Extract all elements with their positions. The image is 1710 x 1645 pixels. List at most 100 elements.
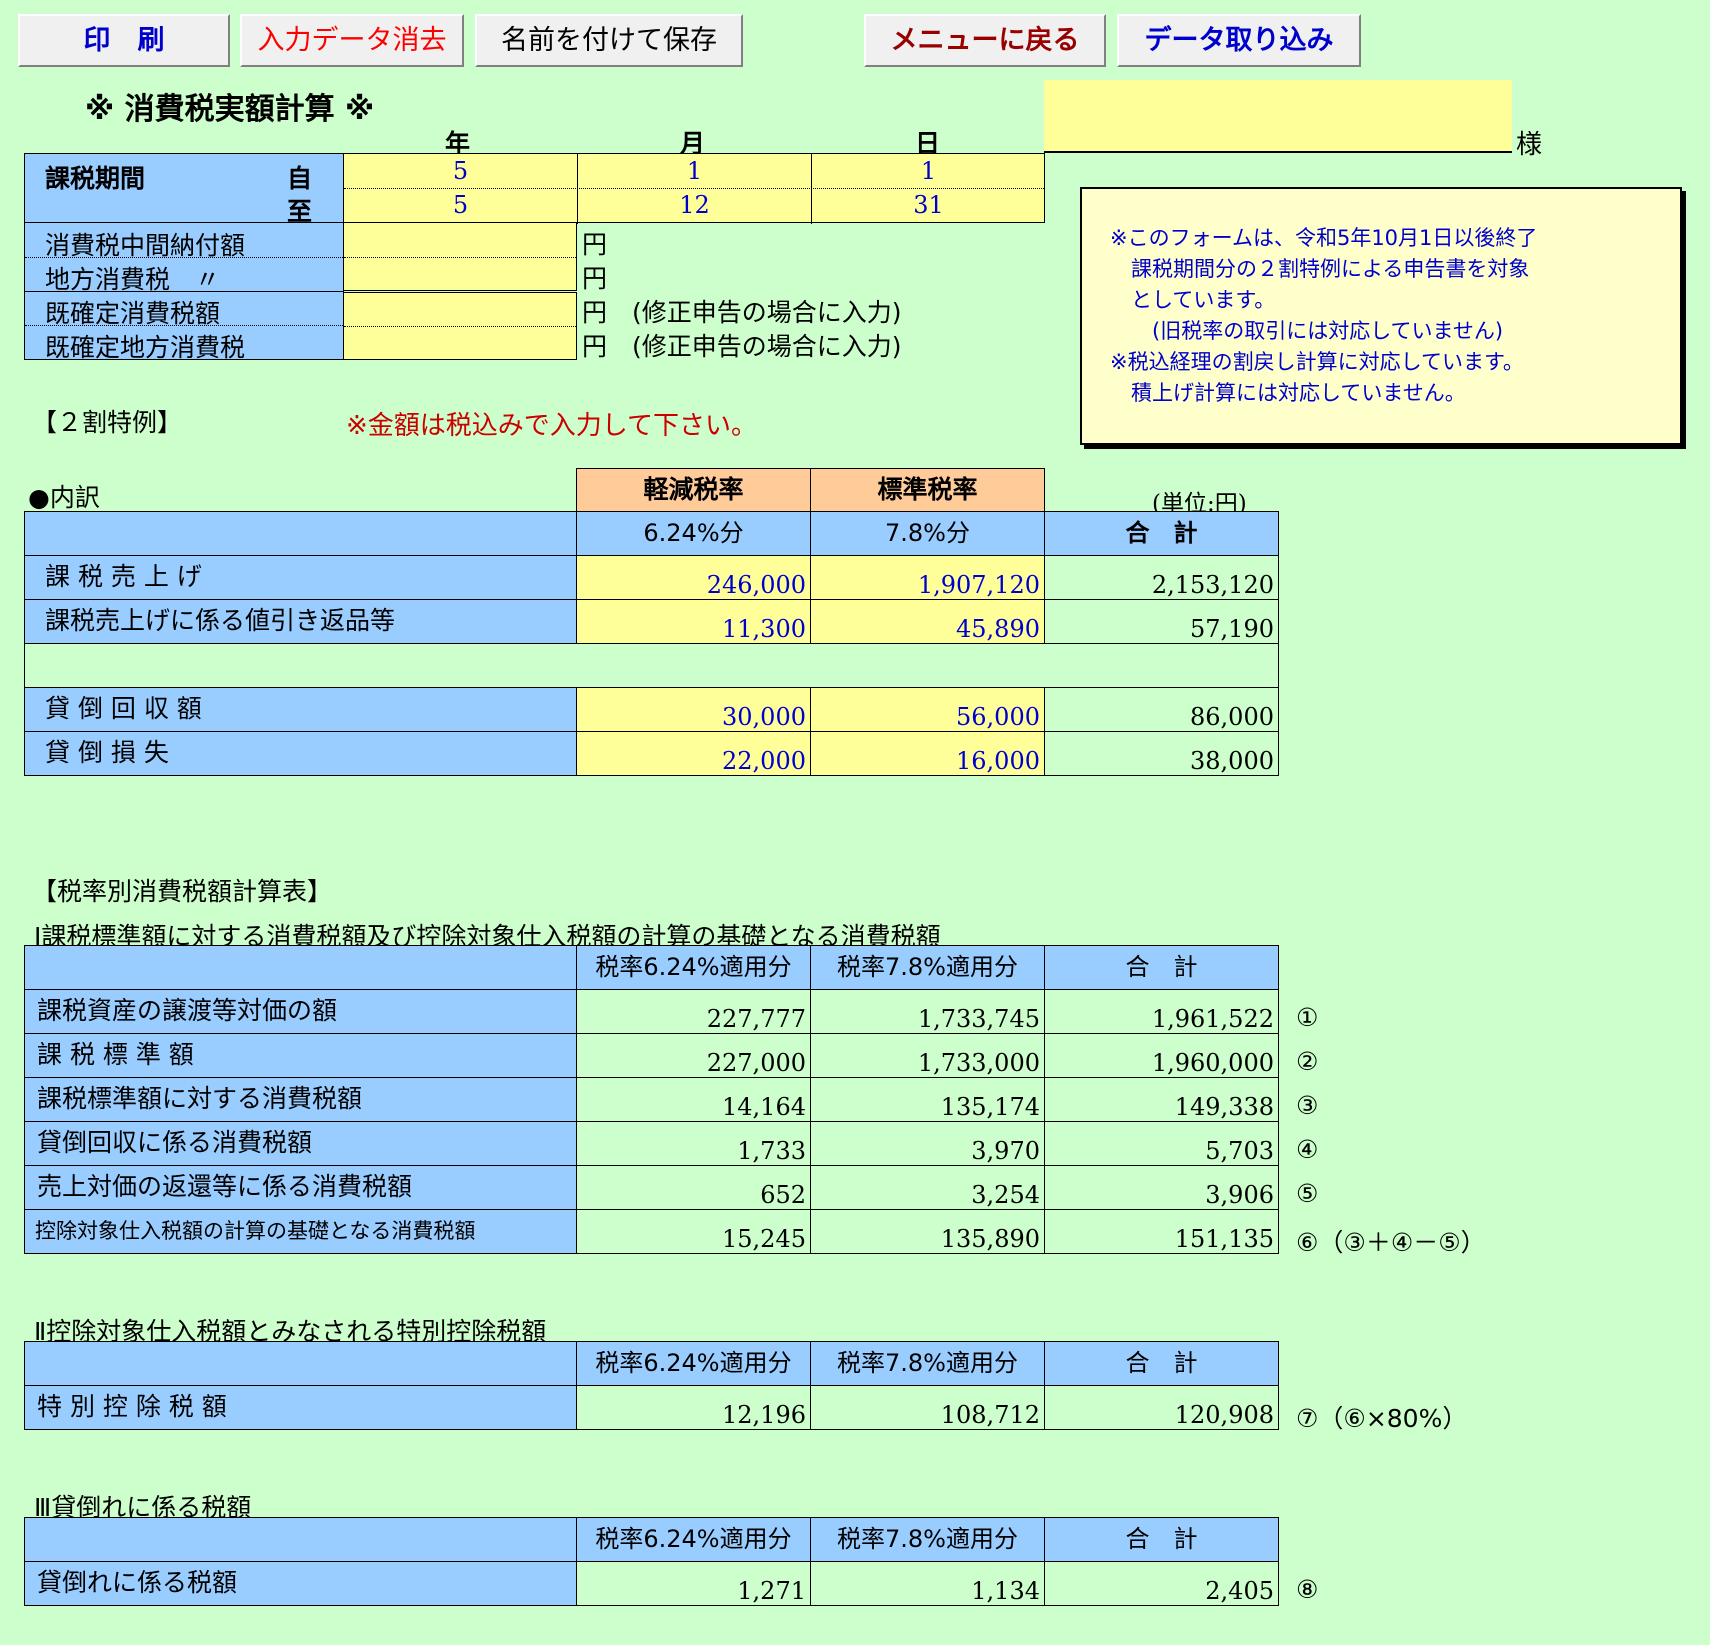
tokurei-section-title: 【２割特例】 xyxy=(32,408,183,437)
to-year-input[interactable]: 5 xyxy=(344,191,577,219)
breakdown-row-label: 課税売上げに係る値引き返品等 xyxy=(24,599,577,644)
interim-labels: 消費税中間納付額 地方消費税 〃 既確定消費税額 既確定地方消費税 xyxy=(24,222,344,362)
breakdown-total: 57,190 xyxy=(1044,599,1279,644)
notice-line-6: 積上げ計算には対応していません。 xyxy=(1110,381,1466,405)
breakdown-title: ●内訳 xyxy=(28,483,100,512)
sec1-value-total: 1,961,522 xyxy=(1044,989,1279,1034)
breakdown-header-78: 7.8%分 xyxy=(810,511,1045,556)
sec1-row-mark: ⑤ xyxy=(1296,1179,1319,1208)
from-month-input[interactable]: 1 xyxy=(578,157,811,185)
back-to-menu-button[interactable]: メニューに戻る xyxy=(864,14,1106,67)
sec1-value-78: 1,733,745 xyxy=(810,989,1045,1034)
sec1-value-total: 5,703 xyxy=(1044,1121,1279,1166)
sec1-value-624: 227,777 xyxy=(576,989,811,1034)
sec2-header-total: 合 計 xyxy=(1044,1341,1279,1386)
standard-rate-header: 標準税率 xyxy=(810,468,1045,512)
tax-period-text: 課税期間 xyxy=(45,164,146,193)
save-as-button[interactable]: 名前を付けて保存 xyxy=(475,14,743,67)
sec2-value-78: 108,712 xyxy=(810,1385,1045,1430)
sec2-header-78: 税率7.8%適用分 xyxy=(810,1341,1045,1386)
to-day-input[interactable]: 31 xyxy=(812,191,1045,219)
breakdown-input-624[interactable]: 246,000 xyxy=(576,555,811,600)
sec1-row-mark: ⑥（③＋④－⑤） xyxy=(1296,1228,1486,1257)
notice-line-3: としています。 xyxy=(1110,288,1276,312)
name-suffix: 様 xyxy=(1516,130,1543,160)
sec1-header-total: 合 計 xyxy=(1044,945,1279,990)
sec1-row-label: 課税標準額に対する消費税額 xyxy=(24,1077,577,1122)
sec1-value-78: 3,970 xyxy=(810,1121,1045,1166)
confirmed-local-tax-label: 既確定地方消費税 xyxy=(45,333,246,362)
breakdown-input-624[interactable]: 22,000 xyxy=(576,731,811,776)
yen-unit-1: 円 xyxy=(582,230,608,259)
confirmed-tax-label: 既確定消費税額 xyxy=(45,299,221,328)
import-data-button[interactable]: データ取り込み xyxy=(1117,14,1361,67)
breakdown-total: 38,000 xyxy=(1044,731,1279,776)
yen-unit-2: 円 xyxy=(582,264,608,293)
sec3-header-total: 合 計 xyxy=(1044,1517,1279,1562)
sec2-header-624: 税率6.24%適用分 xyxy=(576,1341,811,1386)
sec1-row-label: 課税資産の譲渡等対価の額 xyxy=(24,989,577,1034)
sec1-header-blank xyxy=(24,945,577,990)
sec1-value-total: 149,338 xyxy=(1044,1077,1279,1122)
sec3-value-total: 2,405 xyxy=(1044,1561,1279,1606)
sec1-row-label: 貸倒回収に係る消費税額 xyxy=(24,1121,577,1166)
notice-line-1: ※このフォームは、令和5年10月1日以後終了 xyxy=(1110,226,1538,250)
sec1-value-78: 3,254 xyxy=(810,1165,1045,1210)
tax-included-note: ※金額は税込みで入力して下さい。 xyxy=(346,411,758,441)
breakdown-total: 2,153,120 xyxy=(1044,555,1279,600)
from-year-input[interactable]: 5 xyxy=(344,157,577,185)
breakdown-input-624[interactable]: 11,300 xyxy=(576,599,811,644)
notice-line-4: (旧税率の取引には対応していません) xyxy=(1110,319,1504,343)
sec1-row-mark: ① xyxy=(1296,1003,1319,1032)
amend-note-2: 円 (修正申告の場合に入力) xyxy=(582,332,902,361)
sec1-row-mark: ③ xyxy=(1296,1091,1319,1120)
sec1-row-label: 課 税 標 準 額 xyxy=(24,1033,577,1078)
breakdown-header-blank xyxy=(24,511,577,556)
from-day-input[interactable]: 1 xyxy=(812,157,1045,185)
breakdown-row-label: 貸 倒 回 収 額 xyxy=(24,687,577,732)
breakdown-input-78[interactable]: 45,890 xyxy=(810,599,1045,644)
sec1-row-label: 売上対価の返還等に係る消費税額 xyxy=(24,1165,577,1210)
clear-input-button[interactable]: 入力データ消去 xyxy=(240,14,464,67)
sec2-header-blank xyxy=(24,1341,577,1386)
sec1-value-total: 3,906 xyxy=(1044,1165,1279,1210)
sec1-value-total: 1,960,000 xyxy=(1044,1033,1279,1078)
sec2-row-mark: ⑦（⑥×80%） xyxy=(1296,1404,1468,1433)
confirmed-tax-input[interactable] xyxy=(343,292,577,360)
customer-name-field[interactable] xyxy=(1044,80,1512,153)
sec1-header-624: 税率6.24%適用分 xyxy=(576,945,811,990)
sec1-value-624: 14,164 xyxy=(576,1077,811,1122)
breakdown-row-label: 課 税 売 上 げ xyxy=(24,555,577,600)
breakdown-header-624: 6.24%分 xyxy=(576,511,811,556)
notice-box: ※このフォームは、令和5年10月1日以後終了 課税期間分の２割特例による申告書を… xyxy=(1080,187,1682,445)
print-button[interactable]: 印 刷 xyxy=(18,14,230,67)
sec3-value-624: 1,271 xyxy=(576,1561,811,1606)
breakdown-header-total: 合 計 xyxy=(1044,511,1279,556)
to-month-input[interactable]: 12 xyxy=(578,191,811,219)
sec1-row-mark: ④ xyxy=(1296,1135,1319,1164)
local-tax-label: 地方消費税 〃 xyxy=(45,265,221,294)
notice-line-5: ※税込経理の割戻し計算に対応しています。 xyxy=(1110,350,1524,374)
sec1-row-label: 控除対象仕入税額の計算の基礎となる消費税額 xyxy=(24,1209,577,1254)
sec1-value-78: 1,733,000 xyxy=(810,1033,1045,1078)
interim-payment-input[interactable] xyxy=(343,222,577,291)
sec1-header-78: 税率7.8%適用分 xyxy=(810,945,1045,990)
breakdown-input-78[interactable]: 1,907,120 xyxy=(810,555,1045,600)
breakdown-input-78[interactable]: 56,000 xyxy=(810,687,1045,732)
tax-period-label: 課税期間 自 至 xyxy=(24,153,344,226)
sec1-value-78: 135,174 xyxy=(810,1077,1045,1122)
sec3-row-label: 貸倒れに係る税額 xyxy=(24,1561,577,1606)
reduced-rate-header: 軽減税率 xyxy=(576,468,811,512)
sec1-value-624: 1,733 xyxy=(576,1121,811,1166)
sec1-value-624: 652 xyxy=(576,1165,811,1210)
sec1-value-78: 135,890 xyxy=(810,1209,1045,1254)
sec3-row-mark: ⑧ xyxy=(1296,1575,1319,1604)
tax-period-grid: 5 1 1 5 12 31 xyxy=(343,153,1045,224)
sec2-row-label: 特 別 控 除 税 額 xyxy=(24,1385,577,1430)
from-label: 自 xyxy=(287,164,313,193)
breakdown-input-78[interactable]: 16,000 xyxy=(810,731,1045,776)
sec1-value-624: 15,245 xyxy=(576,1209,811,1254)
breakdown-row-label: 貸 倒 損 失 xyxy=(24,731,577,776)
sec3-header-624: 税率6.24%適用分 xyxy=(576,1517,811,1562)
breakdown-input-624[interactable]: 30,000 xyxy=(576,687,811,732)
